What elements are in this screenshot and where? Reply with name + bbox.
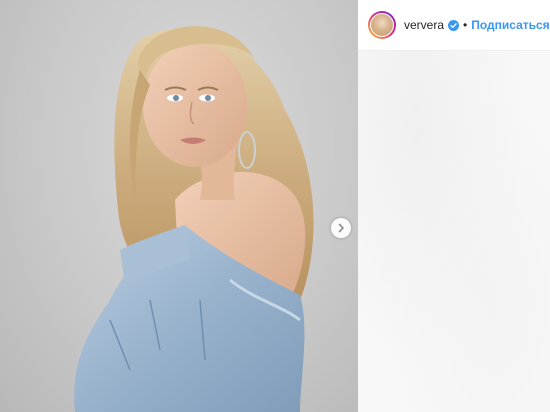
username-link[interactable]: ververa bbox=[404, 18, 444, 32]
post-photo[interactable] bbox=[0, 0, 358, 412]
next-photo-button[interactable] bbox=[331, 218, 351, 238]
post-side-panel: ververa • Подписаться bbox=[358, 0, 550, 412]
chevron-right-icon bbox=[338, 223, 344, 233]
post-header: ververa • Подписаться bbox=[358, 0, 550, 51]
follow-button[interactable]: Подписаться bbox=[471, 18, 549, 32]
blurred-comments-area bbox=[358, 51, 550, 412]
verified-badge-icon bbox=[448, 19, 460, 31]
avatar-image bbox=[370, 13, 394, 37]
separator-dot: • bbox=[463, 18, 468, 32]
portrait-image bbox=[74, 26, 314, 412]
avatar[interactable] bbox=[368, 11, 396, 39]
